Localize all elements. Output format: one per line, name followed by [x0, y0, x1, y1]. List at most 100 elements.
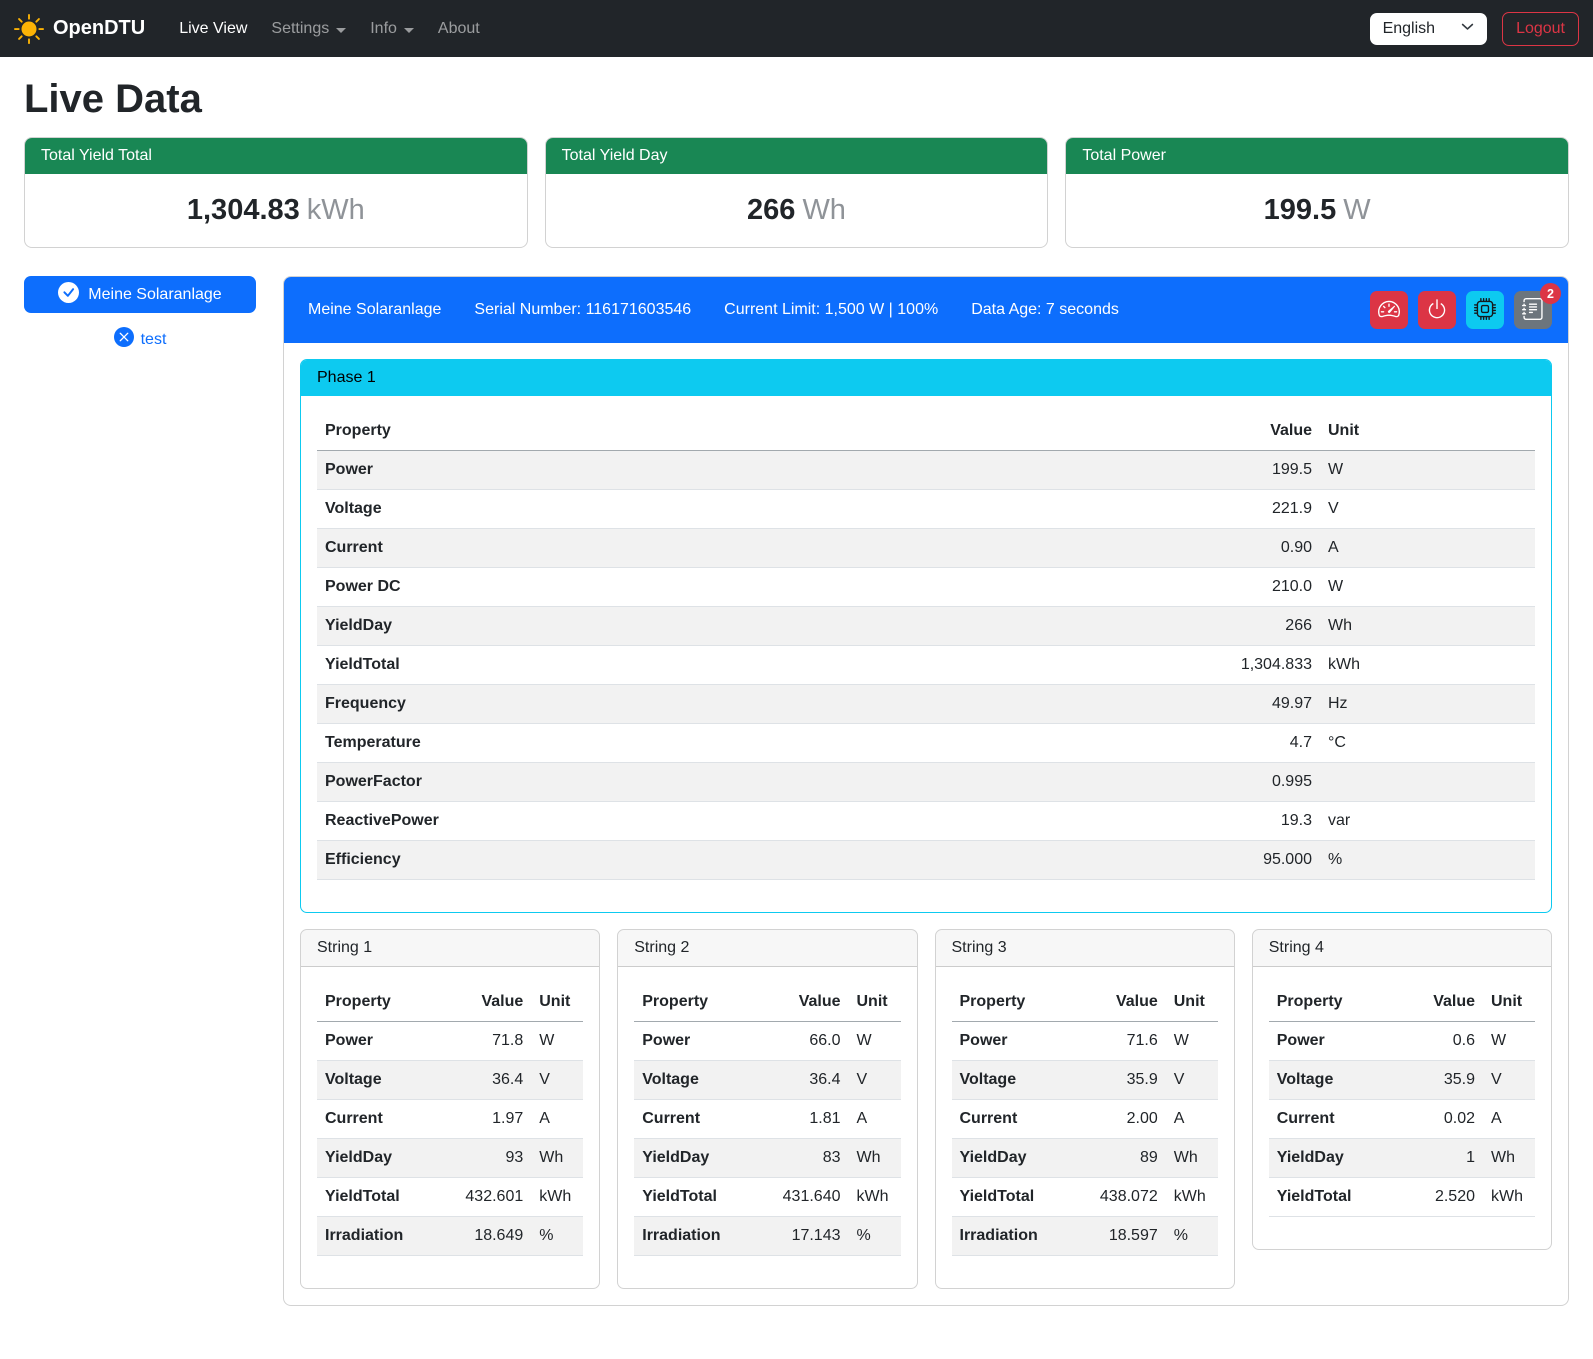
phase-card: Phase 1 Property Value Unit Power199.5WV…: [300, 359, 1552, 913]
string-card-1: String 1 Property Value Unit: [300, 929, 600, 1289]
property-cell: Power: [634, 1022, 760, 1061]
property-cell: Power: [1269, 1022, 1395, 1061]
limit-settings-button[interactable]: [1370, 291, 1408, 329]
language-value: English: [1383, 20, 1435, 38]
property-cell: Power DC: [317, 568, 1190, 607]
event-log-button[interactable]: 2: [1514, 291, 1552, 329]
property-cell: Voltage: [317, 1061, 443, 1100]
value-cell: 18.597: [1078, 1217, 1166, 1256]
unit-cell: Wh: [1483, 1139, 1535, 1178]
value-cell: 0.995: [1190, 763, 1320, 802]
navbar-right: English Logout: [1370, 12, 1579, 46]
card-title: Total Power: [1066, 138, 1568, 174]
property-cell: YieldTotal: [1269, 1178, 1395, 1217]
string-title: String 4: [1253, 930, 1551, 967]
property-cell: Current: [317, 529, 1190, 568]
nav-item-about[interactable]: About: [426, 12, 492, 46]
value-cell: 95.000: [1190, 841, 1320, 880]
unit-cell: %: [531, 1217, 583, 1256]
value-cell: 4.7: [1190, 724, 1320, 763]
card-total-yield-day: Total Yield Day 266Wh: [545, 137, 1049, 248]
column-header-unit: Unit: [1483, 983, 1535, 1022]
column-header-property: Property: [317, 983, 443, 1022]
table-row: YieldTotal2.520kWh: [1269, 1178, 1535, 1217]
inverter-select-label: Meine Solaranlage: [88, 286, 221, 304]
unit-cell: Hz: [1320, 685, 1535, 724]
property-cell: Voltage: [634, 1061, 760, 1100]
value-cell: 35.9: [1078, 1061, 1166, 1100]
value-cell: 0.90: [1190, 529, 1320, 568]
card-title: Total Yield Day: [546, 138, 1048, 174]
brand-title: OpenDTU: [53, 17, 145, 40]
table-row: Power0.6W: [1269, 1022, 1535, 1061]
card-value: 266: [747, 194, 795, 226]
table-row: Efficiency95.000%: [317, 841, 1535, 880]
event-count-badge: 2: [1540, 283, 1561, 304]
unit-cell: %: [849, 1217, 901, 1256]
inverter-panel: Meine Solaranlage Serial Number: 1161716…: [283, 276, 1569, 1306]
table-row: YieldTotal431.640kWh: [634, 1178, 900, 1217]
unit-cell: W: [1166, 1022, 1218, 1061]
caret-down-icon: [336, 28, 346, 33]
inverter-header: Meine Solaranlage Serial Number: 1161716…: [284, 277, 1568, 343]
card-total-yield-total: Total Yield Total 1,304.83kWh: [24, 137, 528, 248]
string-title: String 3: [936, 930, 1234, 967]
property-cell: Irradiation: [952, 1217, 1078, 1256]
nav-item-live-view[interactable]: Live View: [167, 12, 259, 46]
logout-button[interactable]: Logout: [1502, 12, 1579, 46]
column-header-unit: Unit: [1166, 983, 1218, 1022]
card-unit: W: [1343, 194, 1370, 226]
unit-cell: V: [1320, 490, 1535, 529]
inverter-data-age: Data Age: 7 seconds: [971, 301, 1119, 319]
unit-cell: %: [1166, 1217, 1218, 1256]
property-cell: Irradiation: [317, 1217, 443, 1256]
inverter-select-button[interactable]: Meine Solaranlage: [24, 276, 256, 313]
language-select[interactable]: English: [1370, 13, 1487, 45]
phase-title: Phase 1: [301, 360, 1551, 396]
property-cell: Irradiation: [634, 1217, 760, 1256]
unit-cell: A: [1483, 1100, 1535, 1139]
value-cell: 18.649: [443, 1217, 531, 1256]
table-row: Current0.90A: [317, 529, 1535, 568]
nav-item-settings[interactable]: Settings: [259, 12, 358, 46]
table-row: PowerFactor0.995: [317, 763, 1535, 802]
column-header-value: Value: [1190, 412, 1320, 451]
power-button[interactable]: [1418, 291, 1456, 329]
value-cell: 36.4: [761, 1061, 849, 1100]
table-row: Voltage36.4V: [317, 1061, 583, 1100]
property-cell: Power: [317, 1022, 443, 1061]
unit-cell: A: [1320, 529, 1535, 568]
property-cell: Voltage: [1269, 1061, 1395, 1100]
table-row: Frequency49.97Hz: [317, 685, 1535, 724]
unit-cell: °C: [1320, 724, 1535, 763]
unit-cell: A: [849, 1100, 901, 1139]
string-table-2: Property Value Unit Power66.0WVoltage36.…: [634, 983, 900, 1256]
table-row: YieldTotal438.072kWh: [952, 1178, 1218, 1217]
unit-cell: V: [849, 1061, 901, 1100]
inverter-secondary-item[interactable]: test: [24, 327, 256, 352]
table-row: Power66.0W: [634, 1022, 900, 1061]
value-cell: 1.97: [443, 1100, 531, 1139]
property-cell: YieldDay: [317, 607, 1190, 646]
nav-item-info[interactable]: Info: [358, 12, 426, 46]
unit-cell: V: [1483, 1061, 1535, 1100]
column-header-value: Value: [1078, 983, 1166, 1022]
property-cell: Temperature: [317, 724, 1190, 763]
column-header-property: Property: [952, 983, 1078, 1022]
value-cell: 1.81: [761, 1100, 849, 1139]
value-cell: 0.02: [1395, 1100, 1483, 1139]
value-cell: 35.9: [1395, 1061, 1483, 1100]
table-row: Current2.00A: [952, 1100, 1218, 1139]
table-row: Power71.6W: [952, 1022, 1218, 1061]
unit-cell: Wh: [1166, 1139, 1218, 1178]
restart-button[interactable]: [1466, 291, 1504, 329]
value-cell: 36.4: [443, 1061, 531, 1100]
column-header-value: Value: [1395, 983, 1483, 1022]
unit-cell: V: [531, 1061, 583, 1100]
value-cell: 89: [1078, 1139, 1166, 1178]
check-circle-icon: [58, 282, 79, 308]
table-row: Power71.8W: [317, 1022, 583, 1061]
value-cell: 199.5: [1190, 451, 1320, 490]
card-title: Total Yield Total: [25, 138, 527, 174]
brand-link[interactable]: OpenDTU: [14, 14, 145, 44]
